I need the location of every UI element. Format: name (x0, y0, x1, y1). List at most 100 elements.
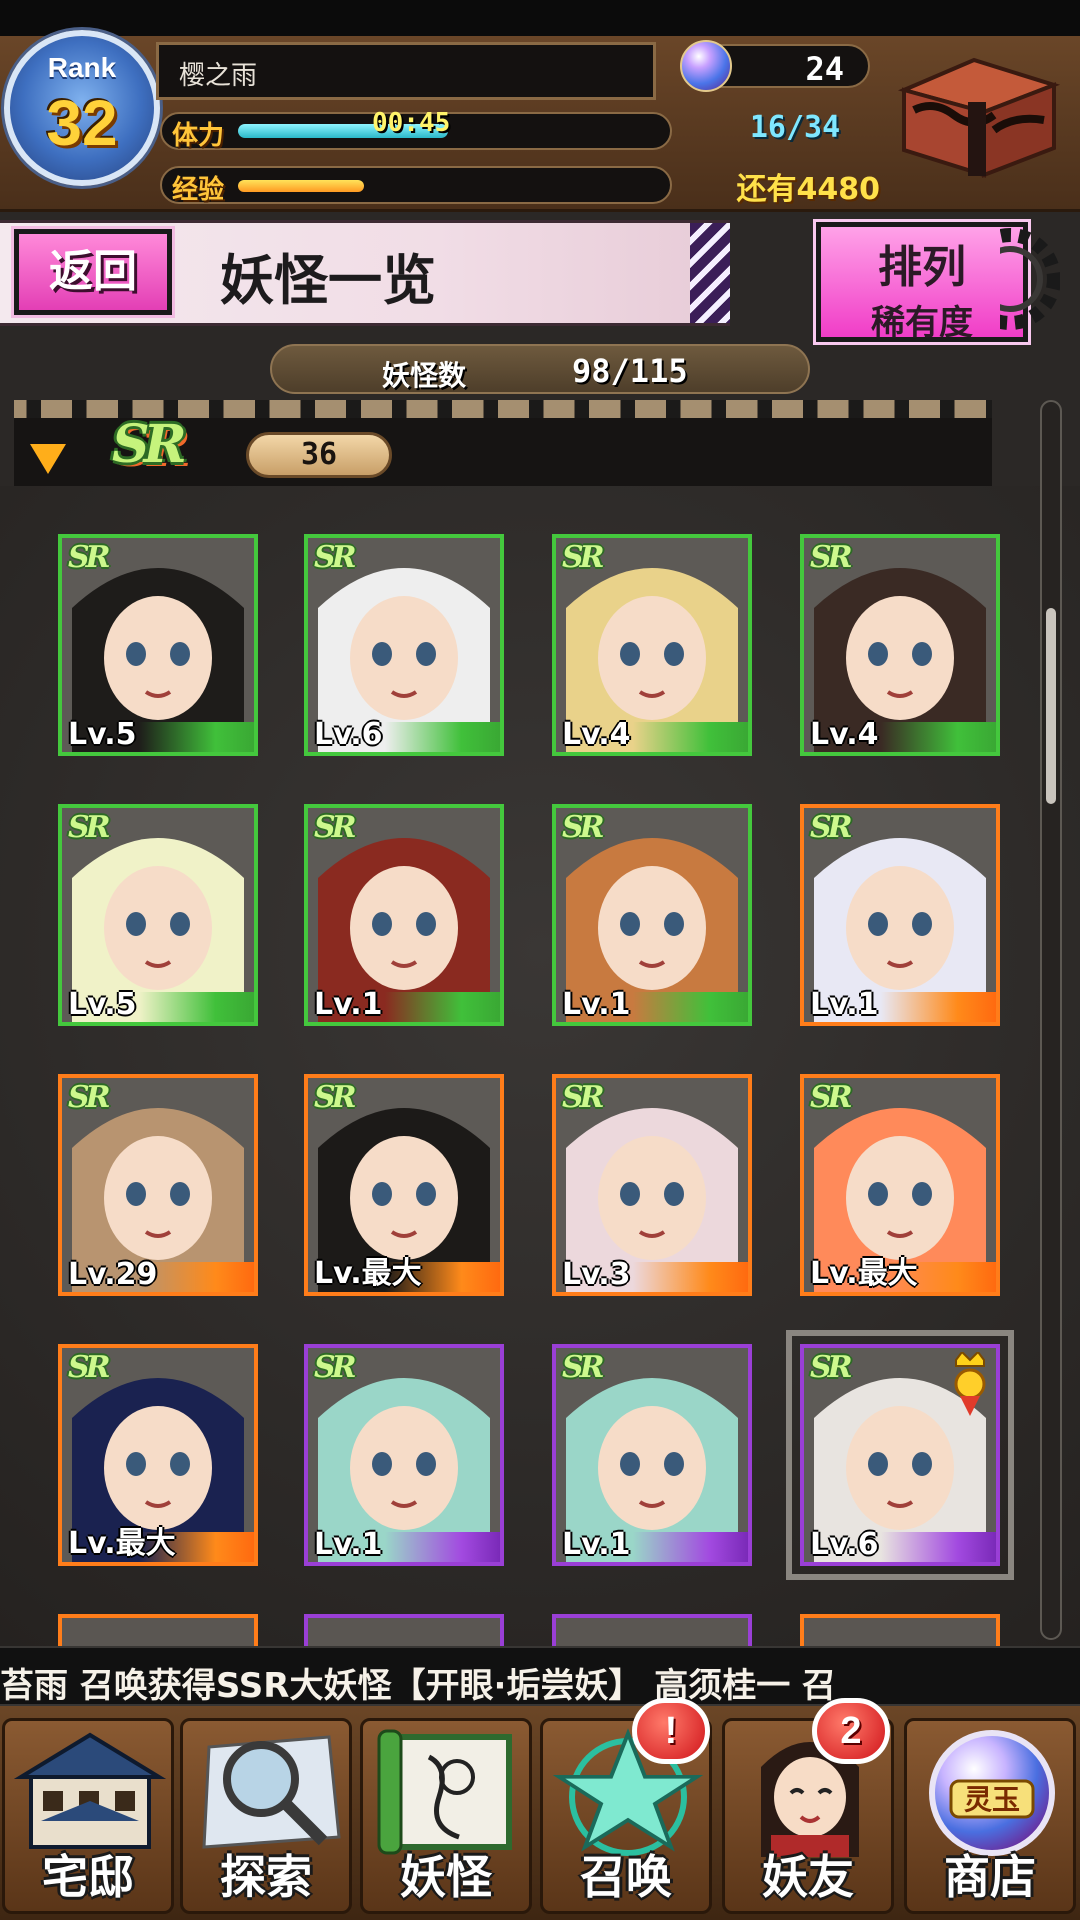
card-rarity-badge: SR (68, 810, 111, 845)
rank-label: Rank (47, 52, 117, 83)
yokai-card[interactable]: SR Lv.1 (304, 1344, 504, 1566)
exp-label: 经验 (172, 175, 225, 205)
gear-icon (1000, 228, 1060, 330)
yokai-card[interactable]: SR Lv.1 (800, 804, 1000, 1026)
nav-shop-label: 商店 (944, 1850, 1036, 1904)
card-rarity-badge: SR (810, 1350, 853, 1385)
card-level: Lv.1 (562, 1527, 631, 1562)
orb-counter[interactable]: 24 (680, 40, 870, 92)
yokai-card[interactable]: SR Lv.最大 (58, 1344, 258, 1566)
nav-explore-button[interactable]: 探索 (180, 1718, 352, 1914)
card-level: Lv.1 (314, 1527, 383, 1562)
card-rarity-badge: SR (810, 810, 853, 845)
system-status-bar (0, 0, 1080, 36)
exp-fill (238, 180, 364, 192)
card-rarity-badge: SR (562, 1080, 605, 1115)
stamina-count: 16/34 (749, 110, 841, 145)
card-level: Lv.4 (562, 717, 631, 752)
card-rarity-badge: SR (810, 540, 853, 575)
card-level: Lv.3 (562, 1257, 631, 1292)
card-level: Lv.最大 (68, 1526, 176, 1561)
card-rarity-badge: SR (314, 810, 357, 845)
scrollbar-track[interactable] (1040, 400, 1062, 1640)
rarity-badge: SR (112, 414, 187, 475)
sort-value: 稀有度 (871, 303, 973, 343)
yokai-card[interactable]: SR Lv.最大 (304, 1074, 504, 1296)
nav-shop-button[interactable]: 灵玉 商店 (904, 1718, 1076, 1914)
orb-count: 24 (805, 50, 844, 88)
yokai-card[interactable]: SR Lv.5 (58, 534, 258, 756)
nav-explore-label: 探索 (220, 1850, 312, 1904)
nav-home-button[interactable]: 宅邸 (2, 1718, 174, 1914)
yokai-count-value: 98/115 (572, 352, 688, 390)
collapse-triangle-icon[interactable] (30, 444, 66, 474)
ticker-message: 苔雨 召唤获得SSR大妖怪【开眼·垢尝妖】 高须桂一 召 (0, 1666, 837, 1706)
stamina-label: 体力 (172, 121, 225, 151)
player-name: 樱之雨 (156, 42, 656, 100)
card-rarity-badge: SR (810, 1080, 853, 1115)
nav-yokai-label: 妖怪 (400, 1850, 492, 1904)
yokai-card[interactable]: SR Lv.29 (58, 1074, 258, 1296)
card-level: Lv.29 (68, 1257, 158, 1292)
exp-bar: 经验 (160, 166, 672, 205)
card-rarity-badge: SR (68, 1350, 111, 1385)
medal-icon (954, 1352, 986, 1416)
yokai-count-bar: 妖怪数 98/115 (270, 344, 810, 394)
nav-home-label: 宅邸 (42, 1850, 134, 1904)
nav-yokai-button[interactable]: 妖怪 (360, 1718, 532, 1914)
card-rarity-badge: SR (562, 540, 605, 575)
scroll-icon (377, 1729, 512, 1855)
stamina-timer: 00:45 (372, 108, 451, 138)
yokai-card[interactable]: SR Lv.1 (552, 804, 752, 1026)
card-level: Lv.1 (314, 987, 383, 1022)
card-level: Lv.最大 (314, 1256, 422, 1291)
yokai-card[interactable]: SR Lv.3 (552, 1074, 752, 1296)
yokai-card[interactable]: SR Lv.6 (304, 534, 504, 756)
card-level: Lv.4 (810, 717, 879, 752)
yokai-card[interactable]: SR Lv.1 (552, 1344, 752, 1566)
card-rarity-badge: SR (68, 1080, 111, 1115)
yokai-card[interactable]: SR Lv.1 (304, 804, 504, 1026)
shop-orb-text: 灵玉 (964, 1783, 1020, 1816)
exp-remaining: 还有4480 (736, 172, 881, 207)
yokai-count-label: 妖怪数 (382, 359, 467, 392)
card-level: Lv.1 (562, 987, 631, 1022)
card-level: Lv.1 (810, 987, 879, 1022)
ribbon-stripe (690, 223, 730, 323)
yokai-card[interactable]: SR Lv.4 (552, 534, 752, 756)
page-title: 妖怪一览 (220, 248, 436, 312)
scrollbar-thumb[interactable] (1046, 608, 1056, 804)
back-button[interactable]: 返回 (11, 226, 175, 318)
spirit-orb-icon (680, 40, 732, 92)
friends-notification-badge: 2 (812, 1698, 890, 1764)
announcement-ticker: 苔雨 召唤获得SSR大妖怪【开眼·垢尝妖】 高须桂一 召 (0, 1646, 1080, 1706)
rarity-group-count: 36 (246, 432, 392, 478)
card-level: Lv.5 (68, 717, 137, 752)
card-level: Lv.最大 (810, 1256, 918, 1291)
card-level: Lv.5 (68, 987, 137, 1022)
magnifier-map-icon (202, 1735, 341, 1849)
card-rarity-badge: SR (314, 540, 357, 575)
card-rarity-badge: SR (562, 1350, 605, 1385)
spirit-orb-shop-icon: 灵玉 (929, 1730, 1055, 1856)
summon-notification-badge: ! (632, 1698, 710, 1764)
card-rarity-badge: SR (314, 1080, 357, 1115)
yokai-card[interactable]: SR Lv.5 (58, 804, 258, 1026)
mansion-icon (13, 1732, 167, 1849)
card-rarity-badge: SR (314, 1350, 357, 1385)
yokai-card[interactable]: SR Lv.6 (786, 1330, 1014, 1580)
sort-label: 排列 (878, 242, 966, 293)
yokai-card[interactable]: SR Lv.4 (800, 534, 1000, 756)
sort-button[interactable]: 排列 稀有度 (813, 219, 1031, 345)
yokai-card[interactable]: SR Lv.最大 (800, 1074, 1000, 1296)
card-level: Lv.6 (314, 717, 383, 752)
rank-value: 32 (46, 87, 118, 159)
card-level: Lv.6 (810, 1527, 879, 1562)
card-rarity-badge: SR (562, 810, 605, 845)
stamina-bar: 体力 00:45 (160, 108, 672, 151)
nav-summon-label: 召唤 (580, 1850, 672, 1904)
treasure-chest-icon[interactable] (884, 50, 1064, 180)
card-rarity-badge: SR (68, 540, 111, 575)
nav-friends-label: 妖友 (762, 1850, 854, 1904)
rank-badge[interactable]: Rank 32 (4, 30, 160, 186)
